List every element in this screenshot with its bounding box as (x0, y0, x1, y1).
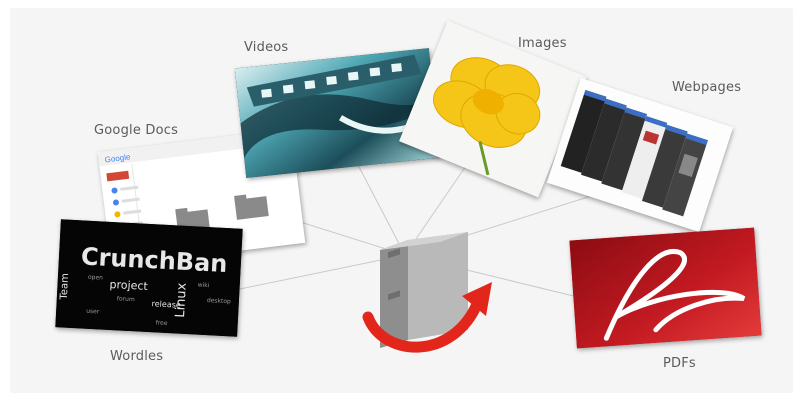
svg-text:wiki: wiki (198, 282, 210, 290)
svg-text:user: user (86, 308, 100, 316)
wordle-word-project: project (109, 278, 148, 293)
label-google-docs: Google Docs (94, 123, 179, 138)
binder-with-arrow-icon (362, 232, 492, 353)
pdfs-thumbnail (569, 227, 762, 349)
svg-text:open: open (88, 274, 104, 282)
wordles-thumbnail: CrunchBan Linux project Team release ope… (55, 219, 243, 337)
svg-text:forum: forum (117, 295, 135, 303)
adobe-acrobat-logo (569, 227, 762, 349)
svg-text:free: free (155, 319, 167, 327)
label-videos: Videos (244, 40, 289, 55)
label-pdfs: PDFs (663, 356, 696, 371)
label-images: Images (518, 36, 567, 51)
wordle-word-release: release (151, 299, 181, 310)
wordle-cloud-image: CrunchBan Linux project Team release ope… (55, 219, 243, 337)
wordle-word-team: Team (59, 273, 71, 301)
label-wordles: Wordles (110, 349, 164, 364)
label-webpages: Webpages (672, 80, 742, 95)
svg-text:desktop: desktop (207, 297, 231, 305)
